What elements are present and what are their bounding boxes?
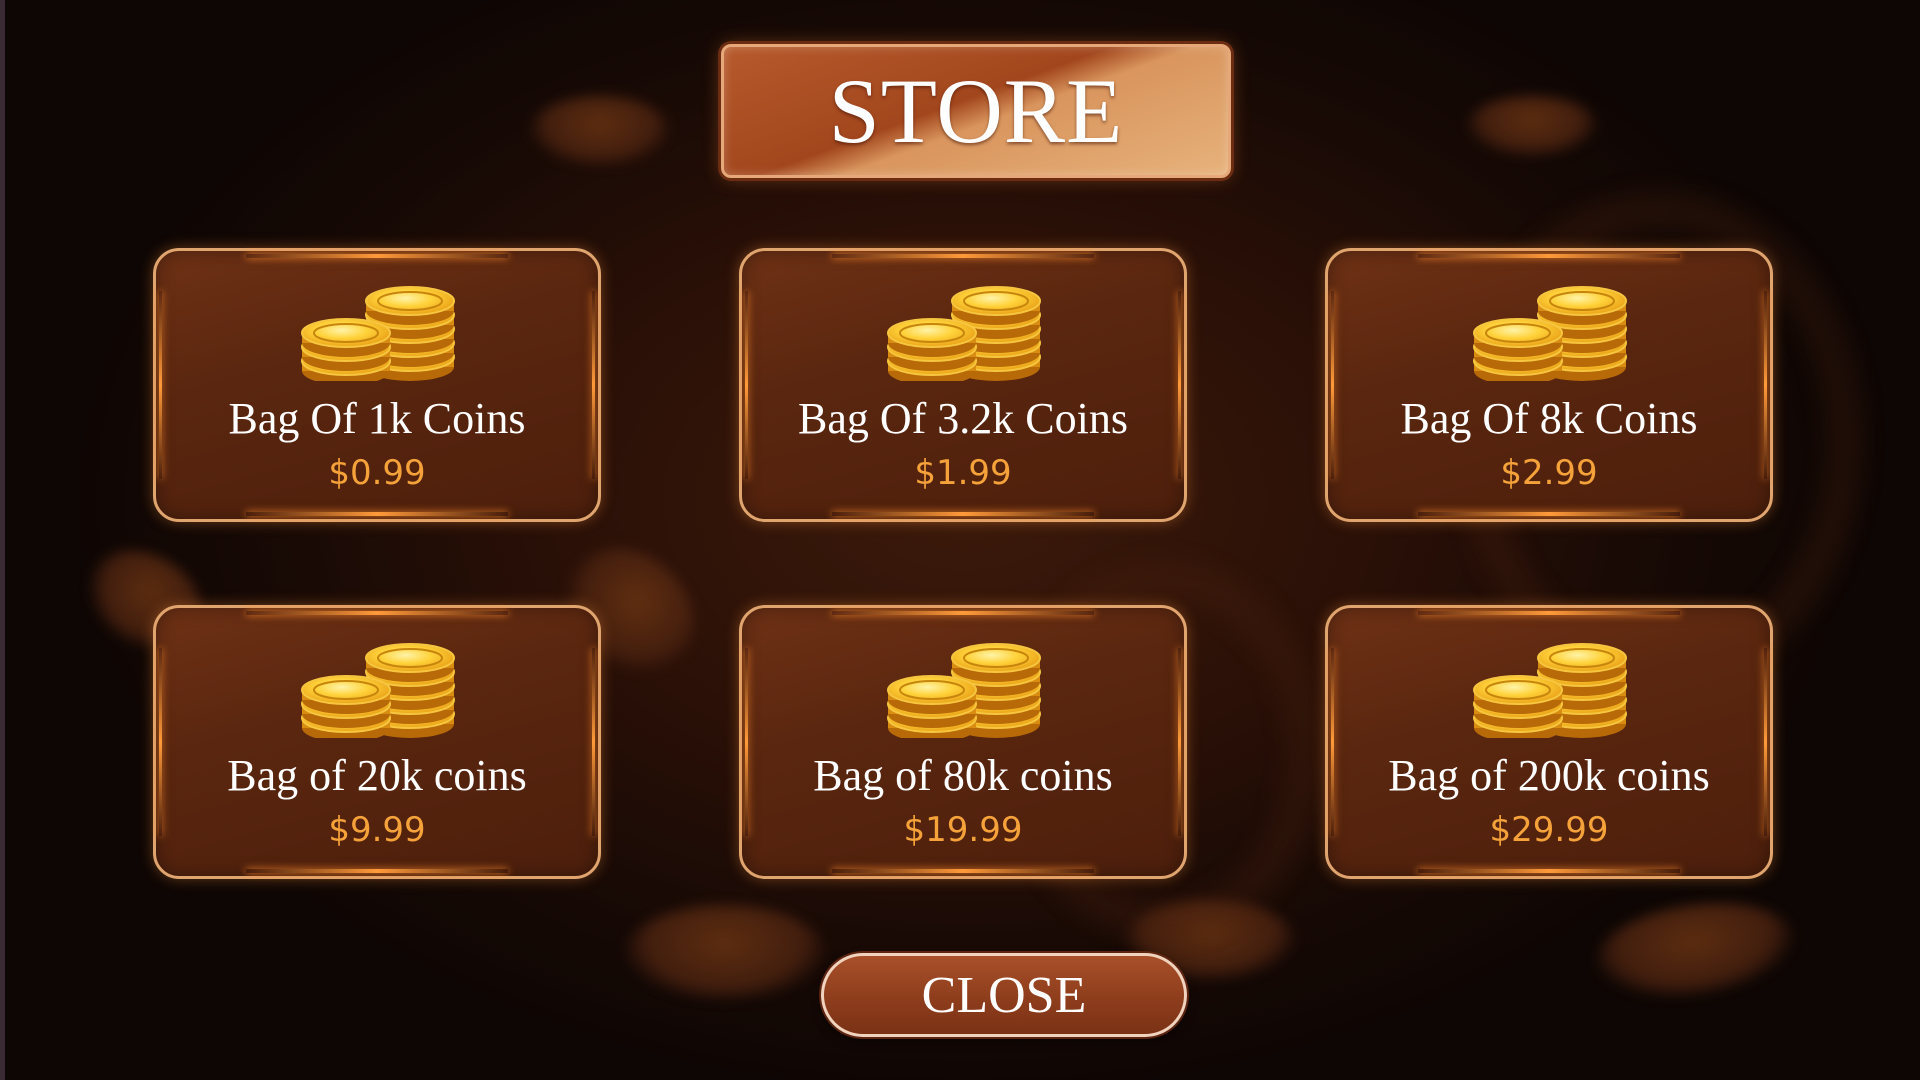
- product-card-80k[interactable]: Bag of 80k coins $19.99: [739, 605, 1187, 879]
- card-glow: [1178, 648, 1181, 836]
- coin-stack-icon: [878, 273, 1048, 381]
- product-price: $19.99: [903, 810, 1023, 850]
- close-button[interactable]: CLOSE: [821, 953, 1187, 1037]
- product-price: $2.99: [1500, 453, 1598, 493]
- product-card-1k[interactable]: Bag Of 1k Coins $0.99: [153, 248, 601, 522]
- card-glow: [159, 291, 162, 479]
- background-coin: [1589, 891, 1801, 1009]
- product-card-3-2k[interactable]: Bag Of 3.2k Coins $1.99: [739, 248, 1187, 522]
- close-button-label: CLOSE: [921, 966, 1087, 1024]
- product-card-8k[interactable]: Bag Of 8k Coins $2.99: [1325, 248, 1773, 522]
- background-coin: [1467, 96, 1597, 156]
- card-glow: [1331, 291, 1334, 479]
- product-card-20k[interactable]: Bag of 20k coins $9.99: [153, 605, 601, 879]
- product-name: Bag Of 1k Coins: [228, 394, 526, 443]
- product-card-200k[interactable]: Bag of 200k coins $29.99: [1325, 605, 1773, 879]
- product-price: $9.99: [328, 810, 426, 850]
- card-glow: [592, 291, 595, 479]
- product-name: Bag of 20k coins: [227, 751, 527, 800]
- product-name: Bag Of 8k Coins: [1400, 394, 1698, 443]
- coin-stack-icon: [292, 273, 462, 381]
- product-name: Bag of 80k coins: [813, 751, 1113, 800]
- coin-stack-icon: [878, 630, 1048, 738]
- coin-stack-icon: [1464, 273, 1634, 381]
- coin-stack-icon: [292, 630, 462, 738]
- card-glow: [1764, 291, 1767, 479]
- background-coin: [530, 96, 670, 166]
- store-title-plate: STORE: [721, 44, 1231, 178]
- product-price: $0.99: [328, 453, 426, 493]
- card-glow: [1331, 648, 1334, 836]
- card-glow: [159, 648, 162, 836]
- card-glow: [745, 648, 748, 836]
- product-name: Bag Of 3.2k Coins: [798, 394, 1128, 443]
- card-glow: [745, 291, 748, 479]
- product-price: $29.99: [1489, 810, 1609, 850]
- product-name: Bag of 200k coins: [1388, 751, 1710, 800]
- card-glow: [1764, 648, 1767, 836]
- product-price: $1.99: [914, 453, 1012, 493]
- card-glow: [592, 648, 595, 836]
- coin-stack-icon: [1464, 630, 1634, 738]
- store-title: STORE: [828, 60, 1124, 162]
- store-screen: STORE Bag Of 1k Coins $0.99 Bag Of 3.2k …: [0, 0, 1920, 1080]
- card-glow: [1178, 291, 1181, 479]
- background-coin: [625, 905, 825, 1000]
